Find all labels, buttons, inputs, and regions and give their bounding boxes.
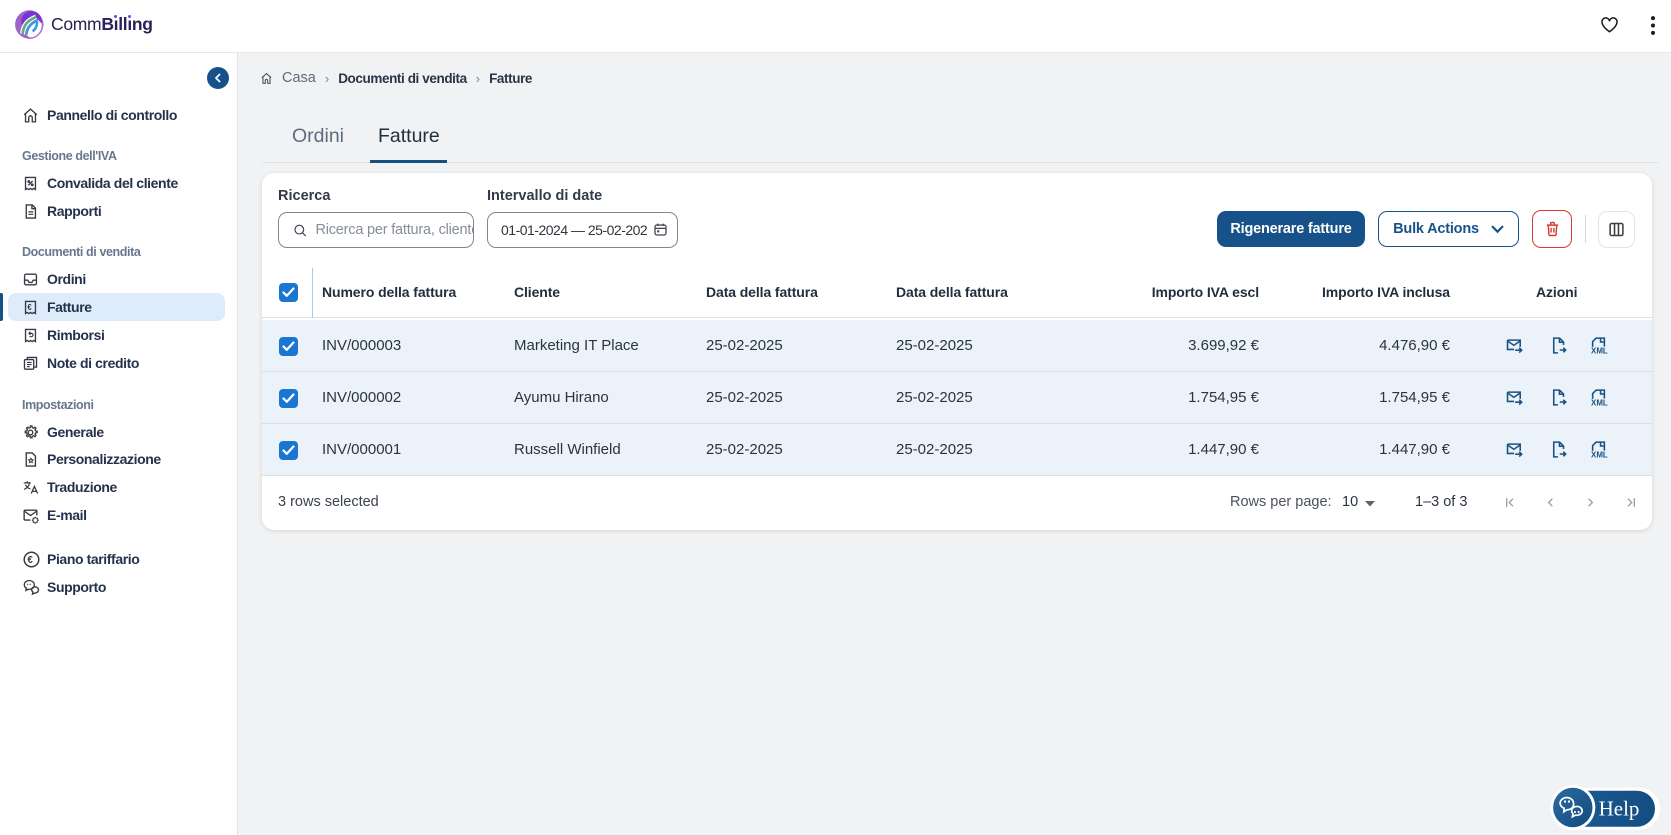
- svg-text:€: €: [27, 303, 32, 312]
- svg-text:Help: Help: [1599, 797, 1640, 821]
- svg-text:€: €: [27, 554, 33, 565]
